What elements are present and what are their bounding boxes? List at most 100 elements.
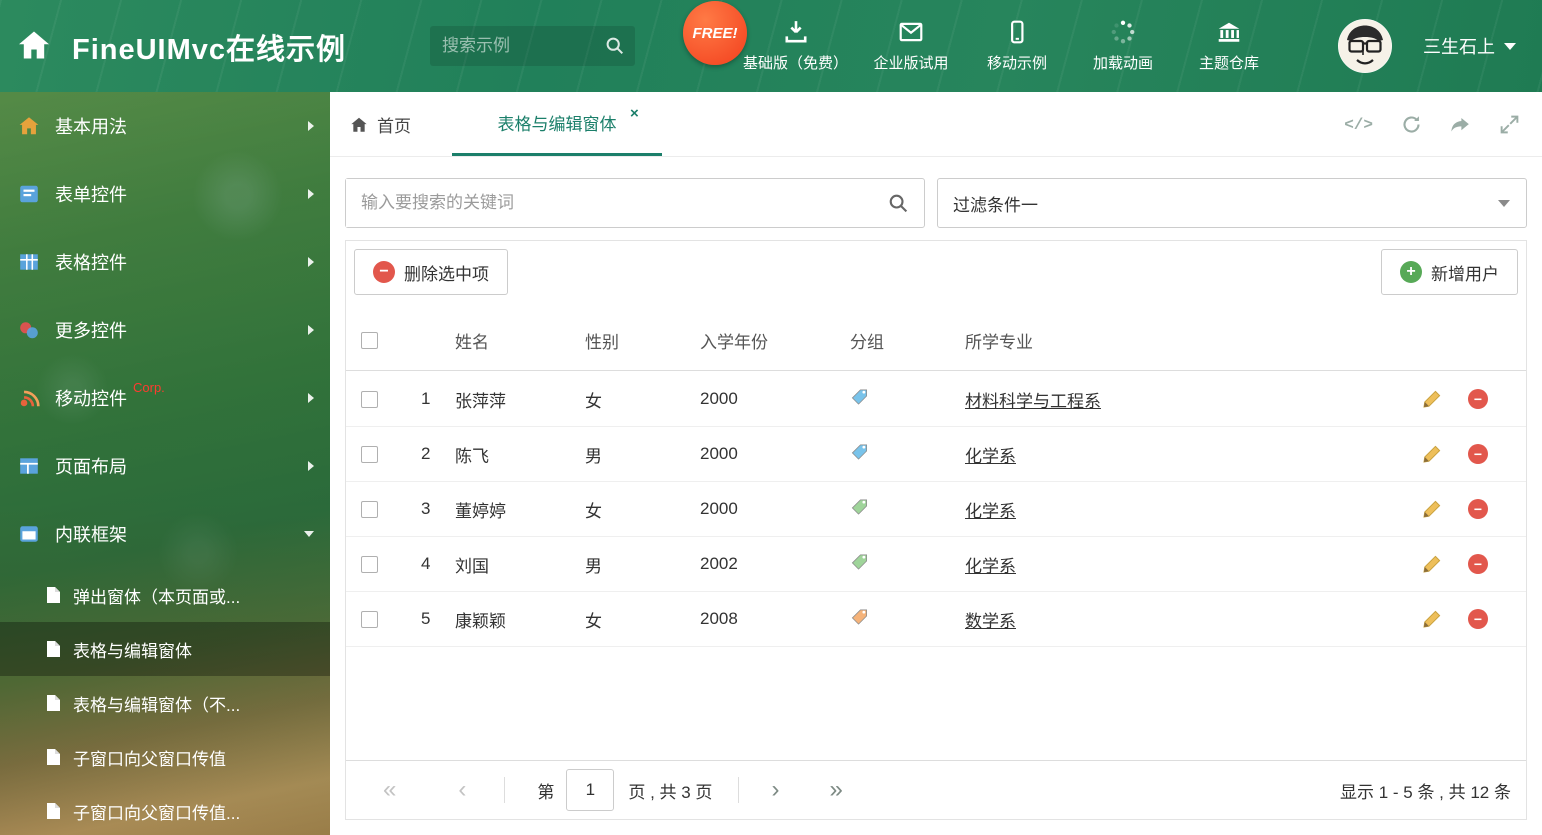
row-checkbox[interactable] (361, 445, 378, 463)
refresh-icon[interactable] (1401, 114, 1422, 135)
sidebar-item-basic-usage[interactable]: 基本用法 (0, 92, 330, 160)
sidebar-item-mobile-controls[interactable]: 移动控件 Corp. (0, 364, 330, 432)
envelope-icon (899, 22, 923, 42)
row-index: 5 (421, 609, 431, 628)
pagination-bar: « ‹ 第 页 , 共 3 页 › » 显示 1 - 5 条 , 共 12 条 (346, 760, 1526, 819)
sidebar-item-iframe[interactable]: 内联框架 (0, 500, 330, 568)
minus-circle-icon: − (373, 261, 395, 283)
select-all-checkbox[interactable] (361, 332, 378, 349)
user-menu[interactable]: 三生石上 (1423, 0, 1516, 92)
row-checkbox[interactable] (361, 610, 378, 628)
cell-name: 康颖颖 (455, 611, 506, 631)
home-icon[interactable] (16, 27, 52, 63)
cell-gender: 女 (585, 391, 602, 411)
chevron-right-icon (308, 257, 314, 267)
expand-icon[interactable] (1499, 114, 1520, 135)
delete-row-icon[interactable]: − (1468, 499, 1488, 519)
delete-row-icon[interactable]: − (1468, 444, 1488, 464)
table-row[interactable]: 3 董婷婷 女 2000 化学系 − (346, 482, 1526, 537)
search-icon[interactable] (888, 193, 909, 214)
close-tab-icon[interactable]: × (630, 105, 639, 122)
username: 三生石上 (1423, 37, 1495, 57)
sidebar-item-grid-controls[interactable]: 表格控件 (0, 228, 330, 296)
free-badge: FREE! (683, 1, 747, 65)
row-checkbox[interactable] (361, 500, 378, 518)
edit-icon[interactable] (1422, 389, 1442, 409)
sidebar-subitem-label: 子窗口向父窗口传值 (73, 749, 226, 769)
nav-mobile-demo[interactable]: 移动示例 (964, 0, 1070, 92)
delete-row-icon[interactable]: − (1468, 609, 1488, 629)
table-icon (20, 254, 38, 270)
search-icon[interactable] (605, 36, 625, 56)
sidebar-subitem-popup-window[interactable]: 弹出窗体（本页面或... (0, 568, 330, 622)
nav-basic-edition[interactable]: 基础版（免费） (733, 0, 858, 92)
table-row[interactable]: 4 刘国 男 2002 化学系 − (346, 537, 1526, 592)
record-summary: 显示 1 - 5 条 , 共 12 条 (1340, 782, 1511, 802)
sidebar-subitem-grid-edit-window-alt[interactable]: 表格与编辑窗体（不... (0, 676, 330, 730)
cell-name: 刘国 (455, 556, 489, 576)
table-row[interactable]: 5 康颖颖 女 2008 数学系 − (346, 592, 1526, 647)
row-index: 2 (421, 444, 431, 463)
nav-loading-animations[interactable]: 加载动画 (1070, 0, 1176, 92)
row-checkbox[interactable] (361, 390, 378, 408)
nav-enterprise-trial[interactable]: 企业版试用 (858, 0, 964, 92)
header-search-input[interactable] (430, 26, 600, 66)
first-page-icon[interactable]: « (383, 778, 396, 802)
sidebar-item-label: 更多控件 (55, 321, 127, 341)
tab-home[interactable]: 首页 (350, 92, 411, 157)
delete-selected-button[interactable]: − 删除选中项 (354, 249, 508, 295)
cell-name: 董婷婷 (455, 501, 506, 521)
major-link[interactable]: 材料科学与工程系 (965, 392, 1101, 411)
sidebar-subitem-child-to-parent-alt[interactable]: 子窗口向父窗口传值... (0, 784, 330, 835)
next-page-icon[interactable]: › (771, 778, 779, 802)
sidebar-item-label: 表格控件 (55, 253, 127, 273)
source-code-icon[interactable]: </> (1344, 116, 1373, 134)
col-group: 分组 (850, 333, 884, 352)
major-link[interactable]: 数学系 (965, 612, 1016, 631)
open-new-window-icon[interactable] (1450, 114, 1471, 135)
row-index: 1 (421, 389, 431, 408)
pager-divider (504, 777, 506, 803)
sidebar-item-label: 页面布局 (55, 457, 127, 477)
corp-badge: Corp. (133, 380, 165, 395)
sidebar-subitem-child-to-parent[interactable]: 子窗口向父窗口传值 (0, 730, 330, 784)
tag-icon (851, 444, 868, 460)
page-number-input[interactable] (566, 769, 615, 811)
edit-icon[interactable] (1422, 609, 1442, 629)
table-body: 1 张萍萍 女 2000 材料科学与工程系 − 2 陈飞 男 2000 化学系 … (346, 372, 1526, 647)
prev-page-icon[interactable]: ‹ (458, 778, 466, 802)
major-link[interactable]: 化学系 (965, 502, 1016, 521)
sidebar-item-label: 表单控件 (55, 185, 127, 205)
keyword-search-input[interactable] (346, 179, 886, 227)
iframe-icon (20, 526, 38, 542)
sidebar-item-page-layout[interactable]: 页面布局 (0, 432, 330, 500)
grid-panel: − 删除选中项 + 新增用户 姓名 性别 入学年份 分组 所学专业 1 张萍萍 … (345, 240, 1527, 820)
major-link[interactable]: 化学系 (965, 447, 1016, 466)
tab-grid-edit-window[interactable]: 表格与编辑窗体 (452, 92, 662, 156)
sidebar-subitem-grid-edit-window[interactable]: 表格与编辑窗体 (0, 622, 330, 676)
edit-icon[interactable] (1422, 554, 1442, 574)
tag-icon (851, 609, 868, 625)
nav-theme-store[interactable]: 主题仓库 (1176, 0, 1282, 92)
page-label-prefix: 第 (537, 782, 555, 802)
col-year: 入学年份 (700, 333, 768, 352)
header-nav: 基础版（免费） 企业版试用 移动示例 加载动画 主题仓库 (733, 0, 1282, 92)
avatar[interactable] (1338, 19, 1392, 73)
last-page-icon[interactable]: » (829, 778, 842, 802)
filter-dropdown[interactable]: 过滤条件一 (937, 178, 1527, 228)
row-checkbox[interactable] (361, 555, 378, 573)
table-row[interactable]: 1 张萍萍 女 2000 材料科学与工程系 − (346, 372, 1526, 427)
main-content: 首页 表格与编辑窗体 × </> 输入要搜索的关键词 过滤条件一 − 删除选中项… (330, 92, 1542, 835)
sidebar-item-more-controls[interactable]: 更多控件 (0, 296, 330, 364)
delete-row-icon[interactable]: − (1468, 389, 1488, 409)
keyword-search (345, 178, 925, 228)
add-user-button[interactable]: + 新增用户 (1381, 249, 1518, 295)
edit-icon[interactable] (1422, 499, 1442, 519)
table-row[interactable]: 2 陈飞 男 2000 化学系 − (346, 427, 1526, 482)
major-link[interactable]: 化学系 (965, 557, 1016, 576)
sidebar-item-form-controls[interactable]: 表单控件 (0, 160, 330, 228)
edit-icon[interactable] (1422, 444, 1442, 464)
sidebar-subitem-label: 子窗口向父窗口传值... (73, 803, 241, 823)
nav-label: 企业版试用 (873, 55, 949, 72)
delete-row-icon[interactable]: − (1468, 554, 1488, 574)
